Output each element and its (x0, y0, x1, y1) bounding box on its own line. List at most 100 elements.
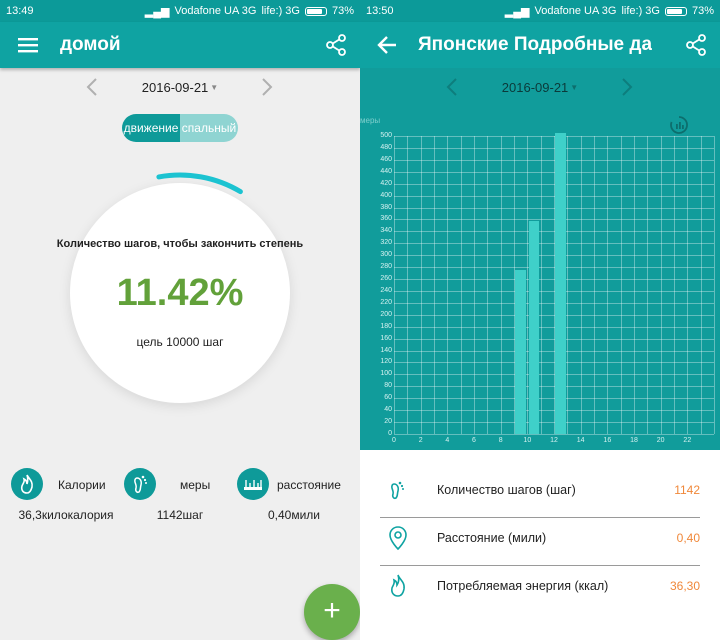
dropdown-caret-icon[interactable]: ▼ (210, 83, 218, 92)
bar-chart: 0 20 40 60 80 100 120 140 160 180 200 220 240 260 280 3… (372, 130, 718, 452)
chart-gridline-v (714, 136, 715, 434)
share-icon[interactable] (684, 33, 708, 57)
chart-xtick-label: 22 (683, 437, 692, 444)
chart-xtick-label: 18 (630, 437, 638, 444)
chart-ytick-label: 140 (380, 346, 392, 354)
mode-movement-tab[interactable]: движение (122, 114, 180, 142)
dropdown-caret-icon[interactable]: ▼ (570, 83, 578, 92)
chart-xtick-label: 12 (550, 437, 558, 444)
chart-ytick-label: 400 (380, 191, 392, 199)
mode-sleep-tab[interactable]: спальный (180, 114, 238, 142)
chart-gridline-v (607, 136, 609, 434)
chart-gridline-v (460, 136, 462, 434)
chart-xtick-label: 0 (392, 437, 396, 444)
flame-icon (11, 468, 43, 500)
share-icon[interactable] (324, 33, 348, 57)
location-pin-icon (389, 526, 407, 551)
detail-row-energy[interactable]: Потребляемая энергия (ккал) 36,30 (380, 562, 700, 610)
chart-ytick-label: 460 (380, 155, 392, 163)
app-bar: Японские Подробные да (360, 22, 720, 68)
back-arrow-icon[interactable] (376, 34, 398, 56)
chart-ytick-label: 500 (380, 132, 392, 139)
add-button[interactable]: + (304, 584, 360, 640)
chart-ytick-label: 480 (380, 143, 392, 151)
chart-gridline-v (434, 136, 435, 434)
next-day-chevron-icon[interactable] (256, 77, 276, 97)
footprint-icon (124, 468, 156, 500)
chart-gridline-h (394, 434, 714, 435)
status-bar: 13:49 ▂▄▆ Vodafone UA 3G life:) 3G 73% (0, 0, 360, 22)
chart-ytick-label: 120 (380, 358, 392, 366)
chart-gridline-v (634, 136, 635, 434)
chart-gridline-v (674, 136, 675, 434)
chart-xtick-label: 6 (472, 437, 476, 444)
home-screen: 13:49 ▂▄▆ Vodafone UA 3G life:) 3G 73% д… (0, 0, 360, 640)
distance-value: 0,40мили (267, 508, 320, 522)
chart-gridline-v (407, 136, 409, 434)
distance-value: 0,40 (676, 531, 700, 545)
footprint-icon (391, 481, 404, 500)
battery-icon (664, 6, 687, 16)
chart-bar[interactable] (528, 221, 540, 434)
chart-ytick-label: 40 (384, 406, 392, 414)
chart-gridline-v (687, 136, 689, 434)
chart-ytick-label: 240 (380, 286, 392, 294)
energy-value: 36,30 (669, 579, 700, 593)
chart-ytick-label: 380 (380, 203, 392, 211)
flame-icon (391, 574, 405, 597)
carrier2-label: life:) 3G (261, 5, 300, 17)
next-day-chevron-icon[interactable] (616, 77, 636, 97)
app-bar: домой (0, 22, 360, 68)
progress-label: Количество шагов, чтобы закончить степен… (56, 238, 304, 250)
carrier2-label: life:) 3G (621, 5, 660, 17)
calories-label: Калории (58, 478, 106, 492)
steps-label: меры (180, 478, 211, 492)
prev-day-chevron-icon[interactable] (83, 77, 103, 97)
chart-xtick-label: 14 (576, 437, 585, 444)
page-title: Японские Подробные да (418, 34, 653, 55)
distance-label: Расстояние (мили) (437, 531, 547, 545)
chart-gridline-v (487, 136, 489, 434)
chart-gridline-v (594, 136, 595, 434)
battery-icon (304, 6, 327, 16)
detail-row-distance[interactable]: Расстояние (мили) 0,40 (380, 514, 700, 562)
chart-gridline-v (620, 136, 622, 434)
battery-percent: 73% (691, 5, 714, 17)
calories-value: 36,3килокалория (18, 508, 114, 522)
detail-row-steps[interactable]: Количество шагов (шаг) 1142 (380, 466, 700, 514)
page-title: домой (60, 34, 121, 55)
battery-percent: 73% (331, 5, 354, 17)
date-selector: 2016-09-21 ▼ (0, 74, 360, 100)
chart-ylabel: меры (360, 116, 381, 125)
chart-ytick-label: 200 (380, 310, 392, 318)
chart-ytick-label: 100 (380, 370, 392, 378)
step-goal: цель 10000 шаг (136, 335, 224, 349)
date-label[interactable]: 2016-09-21 (502, 80, 569, 95)
status-time: 13:49 (6, 5, 34, 17)
steps-value: 1142 (674, 483, 700, 497)
date-selector: 2016-09-21 ▼ (360, 74, 720, 100)
date-label[interactable]: 2016-09-21 (142, 80, 209, 95)
prev-day-chevron-icon[interactable] (443, 77, 463, 97)
chart-gridline-v (394, 136, 395, 434)
chart-gridline-v (567, 136, 569, 434)
details-screen: 13:50 ▂▄▆ Vodafone UA 3G life:) 3G 73% Я… (360, 0, 720, 640)
chart-ytick-label: 0 (388, 430, 392, 437)
chart-xtick-label: 10 (523, 437, 532, 444)
chart-ytick-label: 80 (384, 382, 392, 390)
chart-ytick-label: 420 (380, 179, 392, 187)
steps-value: 1142шаг (156, 508, 204, 522)
chart-bar[interactable] (555, 133, 566, 434)
chart-ytick-label: 340 (380, 227, 392, 235)
chart-ytick-label: 440 (380, 167, 392, 175)
chart-ytick-label: 220 (380, 298, 392, 306)
hamburger-menu-icon[interactable] (18, 37, 38, 53)
chart-gridline-v (700, 136, 702, 434)
chart-ytick-label: 280 (380, 263, 392, 271)
status-bar: 13:50 ▂▄▆ Vodafone UA 3G life:) 3G 73% (360, 0, 720, 22)
chart-bar[interactable] (515, 270, 526, 434)
chart-gridline-v (474, 136, 475, 434)
chart-xtick-label: 2 (418, 437, 423, 444)
energy-label: Потребляемая энергия (ккал) (437, 579, 609, 593)
chart-ytick-label: 20 (384, 418, 392, 426)
